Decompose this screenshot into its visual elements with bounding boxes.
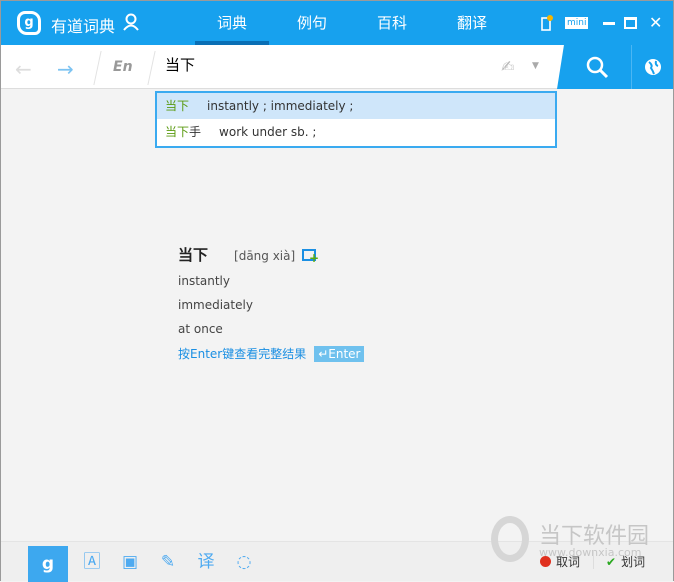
forward-button[interactable]: → bbox=[57, 57, 74, 81]
definition: instantly bbox=[178, 274, 230, 288]
capture-word-toggle[interactable]: 取词 bbox=[540, 553, 580, 570]
suggestion-item[interactable]: 当下手 work under sb. ; bbox=[157, 119, 555, 145]
pronunciation: [dāng xià] bbox=[234, 249, 296, 263]
quick-result: 当下 [dāng xià] + instantly immediately at … bbox=[178, 244, 365, 362]
add-to-wordbook-icon[interactable]: + bbox=[302, 249, 319, 264]
search-icon[interactable] bbox=[585, 55, 609, 79]
image-translate-icon[interactable]: ▣ bbox=[115, 548, 145, 576]
maximize-button[interactable] bbox=[624, 17, 637, 29]
wordbook-icon[interactable]: 🄰 bbox=[77, 548, 107, 576]
mobile-icon[interactable] bbox=[541, 15, 553, 31]
suggestion-list: 当下 instantly ; immediately ; 当下手 work unde… bbox=[155, 91, 557, 148]
check-icon: ✔ bbox=[606, 555, 617, 569]
mini-mode-button[interactable]: mini bbox=[565, 17, 589, 29]
app-window: g 有道词典 词典 例句 百科 翻译 mini ✕ ← → En ✍ ▼ 当下i… bbox=[0, 0, 674, 582]
tab-dictionary[interactable]: 词典 bbox=[195, 1, 269, 45]
stop-icon bbox=[540, 556, 551, 567]
select-word-toggle[interactable]: ✔ 划词 bbox=[606, 553, 645, 570]
tab-examples[interactable]: 例句 bbox=[275, 1, 349, 45]
search-toolbar: ← → En ✍ ▼ bbox=[1, 45, 673, 89]
definition: immediately bbox=[178, 298, 253, 312]
suggestion-item[interactable]: 当下 instantly ; immediately ; bbox=[157, 93, 555, 119]
language-selector[interactable]: En bbox=[113, 59, 133, 75]
search-area bbox=[557, 45, 673, 89]
minimize-button[interactable] bbox=[603, 22, 615, 25]
full-result-link[interactable]: 按Enter键查看完整结果 bbox=[178, 347, 306, 361]
search-input[interactable] bbox=[165, 56, 485, 73]
close-button[interactable]: ✕ bbox=[649, 13, 662, 32]
tab-translate[interactable]: 翻译 bbox=[435, 1, 509, 45]
dropdown-arrow-icon[interactable]: ▼ bbox=[532, 61, 539, 71]
result-word: 当下 bbox=[178, 246, 209, 264]
handwriting-icon[interactable]: ✍ bbox=[501, 57, 514, 76]
user-icon[interactable] bbox=[123, 13, 139, 31]
pen-icon[interactable]: ✎ bbox=[153, 548, 183, 576]
app-title: 有道词典 bbox=[51, 17, 116, 36]
definition: at once bbox=[178, 322, 223, 336]
enter-button[interactable]: ↵Enter bbox=[314, 346, 365, 362]
back-button[interactable]: ← bbox=[15, 57, 32, 81]
more-apps-icon[interactable]: ◌ bbox=[229, 548, 259, 576]
youdao-logo-icon: g bbox=[17, 11, 41, 35]
dictionary-icon[interactable]: g bbox=[28, 546, 68, 582]
translate-icon[interactable]: 译 bbox=[191, 548, 221, 576]
globe-icon[interactable] bbox=[644, 58, 662, 76]
tab-encyclopedia[interactable]: 百科 bbox=[355, 1, 429, 45]
title-bar: g 有道词典 词典 例句 百科 翻译 mini ✕ bbox=[1, 1, 673, 45]
